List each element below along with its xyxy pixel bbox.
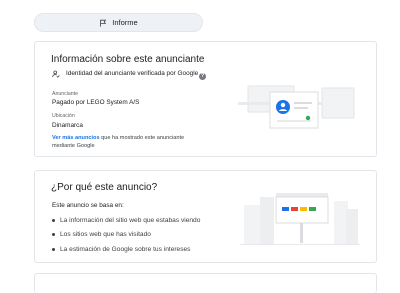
report-button[interactable]: Informe [34,13,203,32]
more-ads-link[interactable]: Ver más anuncios [52,135,100,141]
advertiser-info-card: Información sobre este anunciante Identi… [34,41,377,157]
why-card-title: ¿Por qué este anuncio? [51,182,158,193]
advertiser-illustration [238,85,355,129]
list-item: La estimación de Google sobre tus intere… [52,242,200,257]
flag-icon [100,19,107,27]
next-card [34,273,377,293]
why-this-ad-card: ¿Por qué este anuncio? Este anuncio se b… [34,170,377,263]
help-icon[interactable]: ? [199,73,206,80]
location-value: Dinamarca [52,122,83,129]
advertiser-label: Anunciante [52,91,78,97]
why-card-intro: Este anuncio se basa en: [52,202,124,209]
advertiser-value: Pagado por LEGO System A/S [52,99,140,106]
location-label: Ubicación [52,113,75,119]
report-button-label: Informe [112,18,138,27]
verified-person-icon [52,70,60,78]
advertiser-card-title: Información sobre este anunciante [51,54,205,65]
list-item: Los sitios web que has visitado [52,228,200,243]
reasons-list: La información del sitio web que estabas… [52,213,200,257]
list-item: La información del sitio web que estabas… [52,213,200,228]
verified-identity-row: Identidad del anunciante verificada por … [52,69,212,78]
verified-identity-text: Identidad del anunciante verificada por … [66,70,199,77]
more-ads-text: Ver más anuncios que ha mostrado este an… [52,135,207,150]
billboard-illustration [240,193,360,245]
